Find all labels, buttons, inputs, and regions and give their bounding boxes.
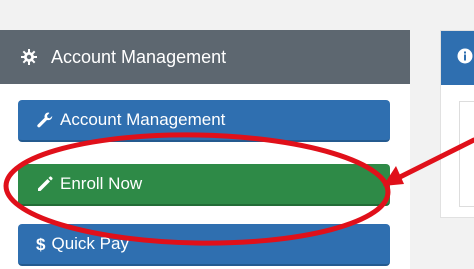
wrench-icon [36, 111, 54, 129]
info-panel-header [441, 31, 474, 85]
quick-pay-button[interactable]: $ Quick Pay [18, 224, 390, 266]
quick-pay-button-label: Quick Pay [51, 234, 129, 253]
enroll-now-button[interactable]: Enroll Now [18, 164, 390, 206]
account-management-button[interactable]: Account Management [18, 100, 390, 142]
panel-header: Account Management [0, 30, 410, 84]
info-panel-content [459, 101, 474, 207]
dollar-icon: $ [36, 235, 46, 254]
top-bar [0, 0, 474, 15]
enroll-now-button-label: Enroll Now [60, 174, 143, 193]
account-management-panel: Account Management Account Management En… [0, 30, 410, 269]
pencil-icon [36, 175, 54, 193]
panel-title: Account Management [51, 46, 227, 67]
dollar-symbol: $ [36, 235, 46, 254]
account-management-button-label: Account Management [60, 110, 226, 129]
info-panel [440, 30, 474, 218]
info-circle-icon [457, 48, 473, 69]
gear-icon [21, 49, 37, 65]
